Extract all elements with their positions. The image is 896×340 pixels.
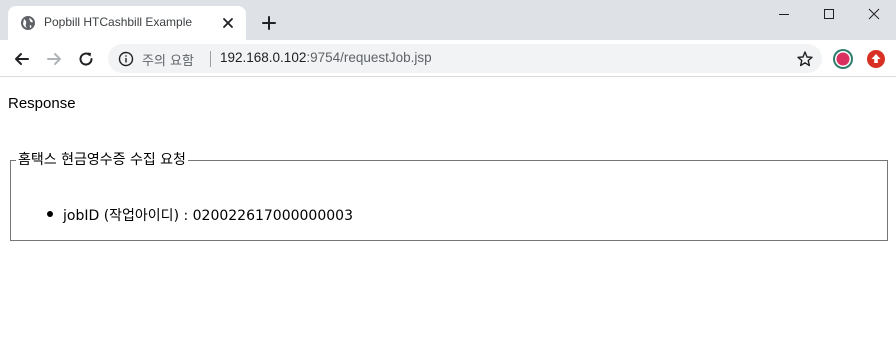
extension-record-icon[interactable] [832,48,854,70]
list-item: jobID (작업아이디) : 020022617000000003 [11,205,353,225]
close-icon[interactable] [220,15,236,31]
bookmark-star-icon[interactable] [796,50,814,68]
bullet [47,211,53,217]
security-label[interactable]: 주의 요함 [142,50,194,69]
url-text[interactable]: 192.168.0.102:9754/requestJob.jsp [220,50,432,65]
forward-arrow-icon [47,53,61,65]
close-window-icon [868,8,879,20]
tab-strip: Popbill HTCashbill Example [0,0,896,40]
back-arrow-icon [15,53,29,65]
window-controls-mid [806,0,851,28]
new-tab-icon[interactable] [258,12,280,34]
browser-tab[interactable]: Popbill HTCashbill Example [8,6,246,40]
fieldset-legend: 홈택스 현금영수증 수집 요청 [18,152,186,168]
tab-title: Popbill HTCashbill Example [44,15,193,29]
minimize-icon [778,14,789,15]
response-heading: Response [8,95,76,112]
extension-upload-icon[interactable] [866,49,886,69]
page-content: Response 홈택스 현금영수증 수집 요청 jobID (작업아이디) :… [0,77,896,340]
divider [210,51,211,67]
forward-button[interactable] [43,48,65,70]
browser-toolbar: 주의 요함 192.168.0.102:9754/requestJob.jsp [0,40,896,77]
result-list: jobID (작업아이디) : 020022617000000003 [11,205,353,225]
address-bar[interactable]: 주의 요함 192.168.0.102:9754/requestJob.jsp [108,44,822,73]
minimize-button[interactable] [761,0,806,28]
reload-icon [79,52,93,66]
back-button[interactable] [11,48,33,70]
url-host: 192.168.0.102 [220,50,307,65]
job-id-text: jobID (작업아이디) : 020022617000000003 [63,208,353,224]
info-icon[interactable] [118,51,134,67]
reload-button[interactable] [75,48,97,70]
globe-icon [21,16,35,30]
result-fieldset: 홈택스 현금영수증 수집 요청 jobID (작업아이디) : 02002261… [10,151,888,241]
url-path: :9754/requestJob.jsp [306,50,432,65]
close-window-button[interactable] [851,0,896,28]
